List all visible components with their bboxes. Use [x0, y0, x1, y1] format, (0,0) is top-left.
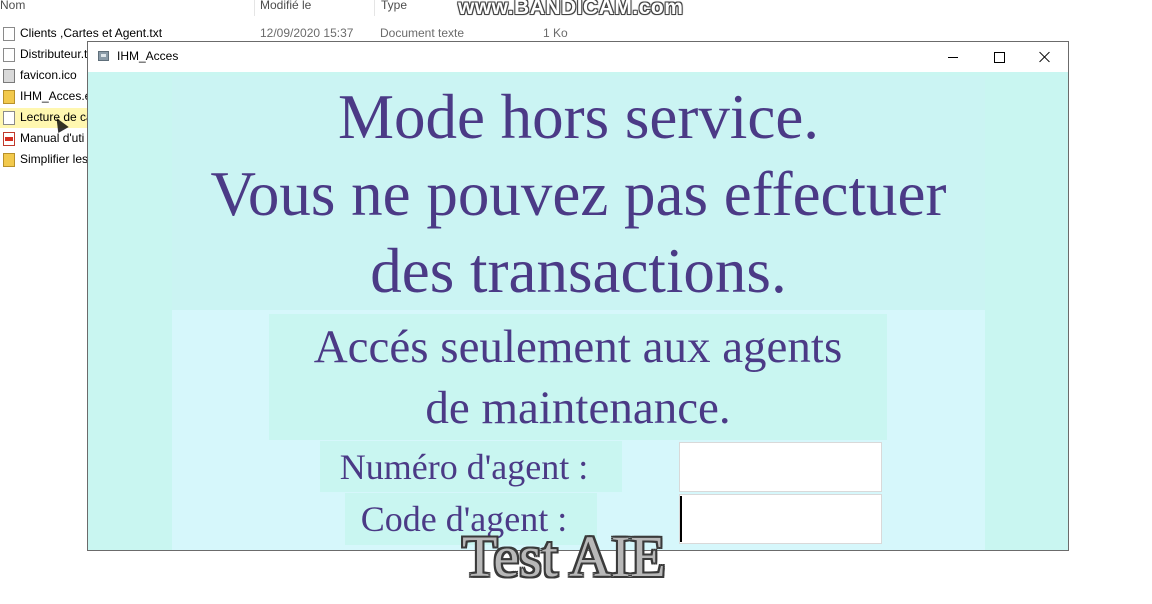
minimize-button[interactable] — [930, 42, 976, 72]
close-icon — [1039, 51, 1051, 63]
maximize-button[interactable] — [976, 42, 1022, 72]
file-row[interactable]: IHM_Acces.e — [0, 87, 92, 107]
access-message-line: Accés seulement aux agents — [313, 321, 843, 373]
out-of-service-line: Vous ne pouvez pas effectuer — [210, 159, 947, 229]
file-row[interactable]: Lecture de ca — [0, 108, 93, 128]
text-file-icon — [3, 111, 15, 125]
file-row[interactable]: Manual d'uti — [0, 129, 88, 149]
file-name: Distributeur.t — [20, 47, 88, 61]
column-modified[interactable]: Modifié le — [260, 0, 311, 12]
agent-number-input[interactable] — [679, 442, 882, 492]
text-file-icon — [3, 27, 15, 41]
app-icon — [98, 51, 109, 61]
column-type[interactable]: Type — [381, 0, 407, 12]
file-name: favicon.ico — [20, 68, 77, 82]
close-button[interactable] — [1022, 42, 1068, 72]
ihm-acces-window: IHM_Acces Mode hors service. Vous ne pou… — [87, 41, 1069, 551]
file-type: Document texte — [380, 26, 465, 40]
window-titlebar[interactable]: IHM_Acces — [88, 42, 1068, 72]
agent-code-input[interactable] — [679, 494, 882, 544]
out-of-service-line: Mode hors service. — [337, 82, 820, 152]
file-row[interactable]: Distributeur.t — [0, 45, 88, 65]
minimize-icon — [948, 56, 958, 58]
column-name[interactable]: Nom — [0, 0, 25, 12]
file-row[interactable]: Simplifier les — [0, 150, 88, 170]
file-row[interactable]: favicon.ico — [0, 66, 88, 86]
file-name: Manual d'uti — [20, 131, 85, 145]
file-size: 1 Ko — [543, 26, 568, 40]
maximize-icon — [993, 51, 1005, 63]
window-title: IHM_Acces — [117, 49, 179, 63]
recorder-watermark: www.BANDICAM.com — [458, 0, 684, 19]
ico-file-icon — [3, 69, 15, 83]
access-message-line: de maintenance. — [425, 382, 731, 434]
column-separator[interactable] — [374, 0, 375, 16]
file-name: Simplifier les — [20, 152, 89, 166]
shortcut-file-icon — [3, 153, 15, 167]
text-file-icon — [3, 48, 15, 62]
file-date: 12/09/2020 15:37 — [260, 26, 354, 40]
pdf-file-icon — [3, 132, 15, 146]
text-caret — [680, 496, 682, 542]
file-name: Clients ,Cartes et Agent.txt — [20, 26, 163, 40]
video-caption: Test AIE — [462, 524, 666, 589]
out-of-service-line: des transactions. — [370, 236, 787, 306]
window-client-area: Mode hors service. Vous ne pouvez pas ef… — [88, 72, 1068, 550]
agent-number-label: Numéro d'agent : — [339, 447, 589, 487]
column-separator[interactable] — [254, 0, 255, 16]
exe-file-icon — [3, 90, 15, 104]
file-name: IHM_Acces.e — [20, 89, 92, 103]
